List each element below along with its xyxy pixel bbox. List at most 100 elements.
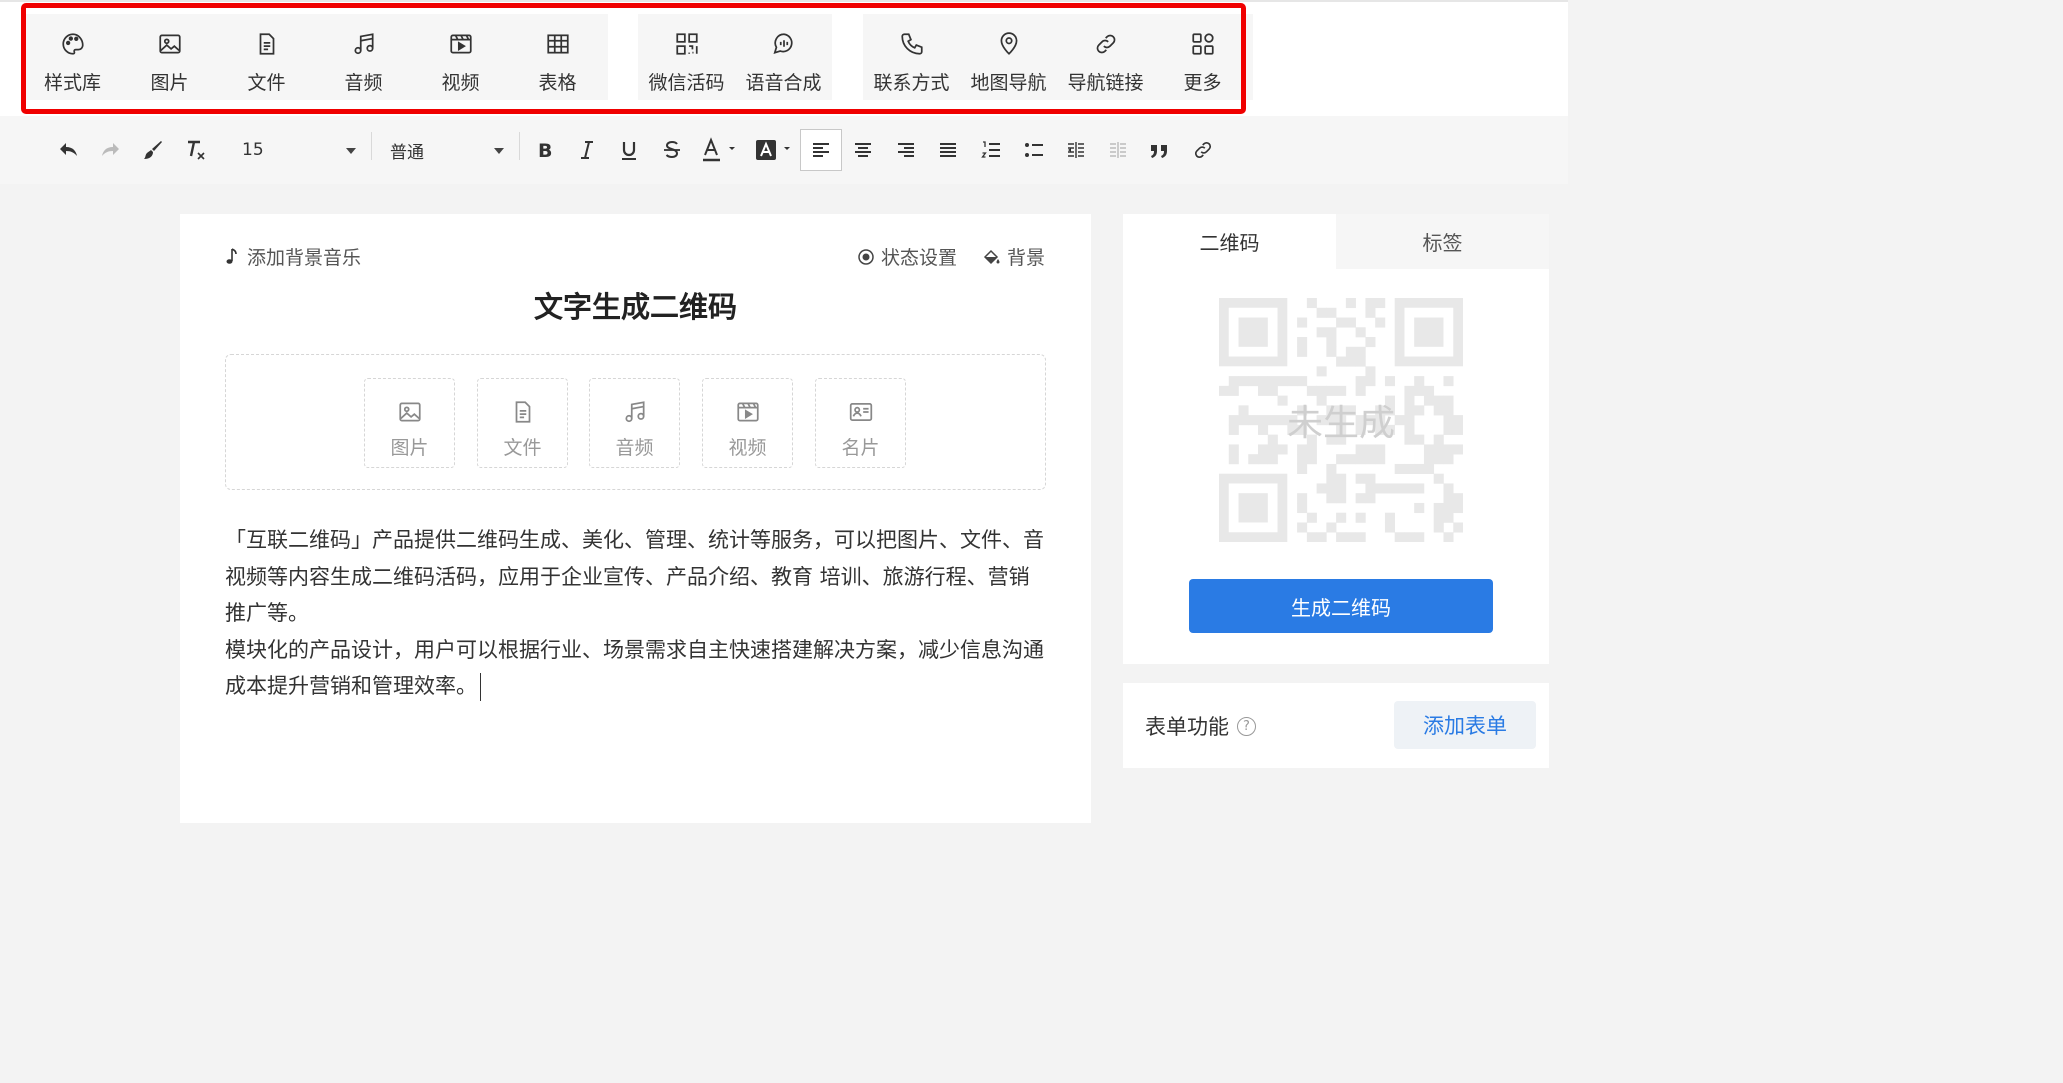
strikethrough-button[interactable] <box>655 133 689 167</box>
form-feature-label: 表单功能 ? <box>1145 711 1256 741</box>
tool-contact[interactable]: 联系方式 <box>863 14 960 100</box>
blockquote-button[interactable] <box>1143 133 1177 167</box>
align-left-button[interactable] <box>800 129 842 171</box>
tool-map-navigation[interactable]: 地图导航 <box>960 14 1057 100</box>
tool-label: 音频 <box>344 72 383 94</box>
divider <box>519 132 520 160</box>
media-label: 视频 <box>728 437 767 459</box>
form-feature-text: 表单功能 <box>1145 715 1229 739</box>
undo-button[interactable] <box>52 133 86 167</box>
table-icon <box>546 34 569 54</box>
add-bgm-label: 添加背景音乐 <box>247 247 362 269</box>
media-image-button[interactable]: 图片 <box>364 378 455 468</box>
tab-labels[interactable]: 标签 <box>1336 214 1549 269</box>
tab-qrcode[interactable]: 二维码 <box>1123 214 1336 269</box>
tool-speech-synthesis[interactable]: 语音合成 <box>735 14 832 100</box>
media-label: 图片 <box>390 437 429 459</box>
quote-icon <box>1151 145 1167 158</box>
insert-link-button[interactable] <box>1186 133 1220 167</box>
underline-icon <box>622 142 636 160</box>
underline-button[interactable] <box>612 133 646 167</box>
media-label: 文件 <box>503 437 542 459</box>
tool-label: 微信活码 <box>648 72 725 94</box>
chevron-down-icon <box>346 148 356 154</box>
clear-format-icon <box>188 140 205 160</box>
bullet-list-icon <box>1025 143 1043 157</box>
link-icon <box>1194 141 1212 159</box>
italic-icon <box>581 141 593 159</box>
radio-dot-icon <box>858 248 874 265</box>
media-audio-button[interactable]: 音频 <box>589 378 680 468</box>
bullet-list-button[interactable] <box>1017 133 1051 167</box>
paint-bucket-icon <box>983 249 1000 264</box>
redo-button[interactable] <box>93 133 127 167</box>
indent-button[interactable] <box>1059 133 1093 167</box>
video-icon <box>736 402 759 422</box>
media-card-button[interactable]: 名片 <box>815 378 906 468</box>
ordered-list-button[interactable] <box>974 133 1008 167</box>
chevron-down-icon <box>494 148 504 154</box>
file-icon <box>515 401 530 423</box>
qrcode-icon <box>675 33 698 55</box>
paragraph-text: 模块化的产品设计，用户可以根据行业、场景需求自主快速搭建解决方案，减少信息沟通成… <box>225 637 1044 699</box>
image-icon <box>398 402 421 422</box>
tool-video[interactable]: 视频 <box>412 14 509 100</box>
rich-text-content[interactable]: 「互联二维码」产品提供二维码生成、美化、管理、统计等服务，可以把图片、文件、音视… <box>225 522 1050 705</box>
page-title[interactable]: 文字生成二维码 <box>180 284 1091 326</box>
music-note-icon <box>226 247 237 264</box>
background-link[interactable]: 背景 <box>983 243 1045 270</box>
indent-icon <box>1068 142 1084 158</box>
palette-icon <box>61 33 84 55</box>
paragraph-style-select[interactable]: 普通 <box>382 133 508 167</box>
align-right-button[interactable] <box>889 133 923 167</box>
clear-format-button[interactable] <box>179 133 213 167</box>
tool-label: 语音合成 <box>745 72 822 94</box>
italic-button[interactable] <box>570 133 604 167</box>
music-icon <box>624 401 645 423</box>
brush-icon <box>144 141 162 159</box>
outdent-icon <box>1110 142 1126 158</box>
tool-more[interactable]: 更多 <box>1154 14 1251 100</box>
outdent-button[interactable] <box>1101 133 1135 167</box>
tool-image[interactable]: 图片 <box>121 14 218 100</box>
add-bgm-link[interactable]: 添加背景音乐 <box>225 243 361 270</box>
qr-panel-tabs: 二维码 标签 <box>1123 214 1549 269</box>
add-form-button[interactable]: 添加表单 <box>1394 701 1536 749</box>
tool-nav-link[interactable]: 导航链接 <box>1057 14 1154 100</box>
font-color-button[interactable] <box>699 133 743 167</box>
media-file-button[interactable]: 文件 <box>477 378 568 468</box>
tool-label: 图片 <box>150 72 189 94</box>
card-icon <box>849 403 872 421</box>
tool-audio[interactable]: 音频 <box>315 14 412 100</box>
format-painter-button[interactable] <box>136 133 170 167</box>
tool-style-library[interactable]: 样式库 <box>24 14 121 100</box>
background-color-button[interactable] <box>752 133 796 167</box>
text-cursor <box>480 673 481 701</box>
bold-icon: B <box>538 140 552 161</box>
tool-label: 地图导航 <box>970 72 1047 94</box>
media-video-button[interactable]: 视频 <box>702 378 793 468</box>
justify-button[interactable] <box>931 133 965 167</box>
status-settings-link[interactable]: 状态设置 <box>857 243 957 270</box>
help-icon[interactable]: ? <box>1237 716 1256 736</box>
justify-icon <box>940 143 956 157</box>
format-toolbar: 15 普通 B <box>0 116 1568 184</box>
tool-table[interactable]: 表格 <box>509 14 606 100</box>
toolbar-group-contact: 联系方式 地图导航 导航链接 更多 <box>863 14 1253 100</box>
file-icon <box>259 33 274 55</box>
tool-label: 联系方式 <box>873 72 950 94</box>
toolbar-group-wechat: 微信活码 语音合成 <box>638 14 832 100</box>
map-pin-icon <box>1000 32 1017 55</box>
bold-button[interactable]: B <box>528 133 562 167</box>
editor-canvas[interactable]: 添加背景音乐 状态设置 背景 文字生成二维码 图片 文件 音频 视频 名片 「互… <box>180 214 1091 823</box>
tool-file[interactable]: 文件 <box>218 14 315 100</box>
align-center-button[interactable] <box>846 133 880 167</box>
font-size-value: 15 <box>242 140 264 160</box>
tool-wechat-code[interactable]: 微信活码 <box>638 14 735 100</box>
insert-toolbar: 样式库 图片 文件 音频 视频 表格 微信活码 语音合成 联系方式 地图导航 导… <box>0 2 1568 116</box>
tool-label: 视频 <box>441 72 480 94</box>
phone-icon <box>900 33 923 55</box>
qr-placeholder: 未生成 <box>1219 298 1463 542</box>
generate-qr-button[interactable]: 生成二维码 <box>1189 579 1493 633</box>
font-size-select[interactable]: 15 <box>232 133 360 167</box>
